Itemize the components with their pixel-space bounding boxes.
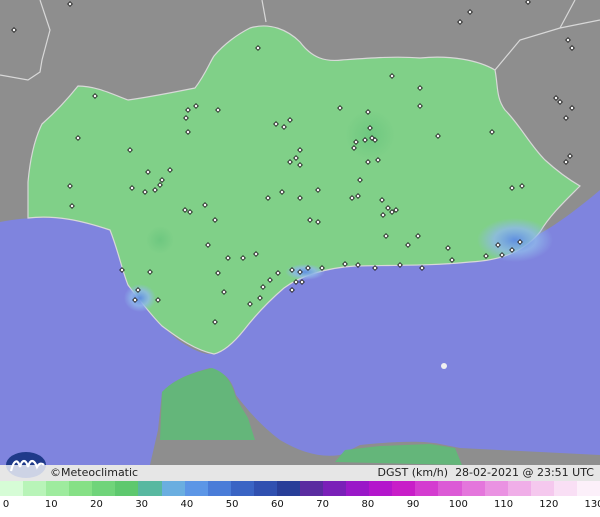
scale-swatch — [230, 481, 254, 496]
color-scale-legend: 0 10 20 30 40 50 60 70 80 90 100 110 120 130 — [0, 481, 600, 517]
info-bar: ©Meteoclimatic DGST (km/h) 28-02-2021 @ … — [0, 465, 600, 481]
scale-tick-label: 100 — [448, 499, 468, 510]
timestamp: 28-02-2021 @ 23:51 UTC — [455, 466, 594, 479]
scale-swatch — [115, 481, 139, 496]
product-timestamp-label: DGST (km/h) 28-02-2021 @ 23:51 UTC — [378, 466, 594, 479]
scale-tick-label: 120 — [539, 499, 559, 510]
scale-swatch — [369, 481, 393, 496]
scale-swatch — [253, 481, 277, 496]
scale-tick-label: 80 — [361, 499, 375, 510]
product-label: DGST (km/h) — [377, 466, 449, 479]
scale-swatch — [23, 481, 47, 496]
scale-swatch — [415, 481, 439, 496]
scale-tick-label: 70 — [316, 499, 329, 510]
scale-swatch — [461, 481, 485, 496]
scale-swatch — [0, 481, 24, 496]
scale-swatch — [553, 481, 577, 496]
gust-zone-jaen — [345, 110, 395, 160]
scale-tick-label: 10 — [44, 499, 58, 510]
scale-tick-label: 60 — [271, 499, 284, 510]
scale-tick-label: 130 — [584, 499, 600, 510]
scale-tick-label: 0 — [2, 499, 10, 510]
scale-swatch — [576, 481, 600, 496]
gust-zone-almeria — [477, 218, 553, 262]
scale-swatch — [138, 481, 162, 496]
gust-zone-cadiz — [124, 284, 156, 312]
wind-gust-map — [0, 0, 600, 517]
scale-swatch — [207, 481, 231, 496]
brand-label: ©Meteoclimatic — [50, 466, 139, 479]
color-scale-bar — [0, 481, 600, 496]
alboran-island — [441, 363, 447, 369]
scale-tick-label: 20 — [90, 499, 103, 510]
gust-zone-malaga — [285, 264, 325, 280]
scale-swatch — [92, 481, 116, 496]
scale-swatch — [323, 481, 347, 496]
scale-swatch — [184, 481, 208, 496]
scale-tick-label: 90 — [406, 499, 420, 510]
scale-tick-label: 30 — [135, 499, 149, 510]
scale-tick-label: 50 — [225, 499, 239, 510]
scale-swatch — [46, 481, 70, 496]
gust-zone-huelva — [146, 226, 174, 254]
scale-tick-label: 110 — [493, 499, 514, 510]
scale-swatch — [484, 481, 508, 496]
scale-swatch — [438, 481, 462, 496]
scale-swatch — [69, 481, 93, 496]
scale-swatch — [392, 481, 416, 496]
scale-swatch — [346, 481, 370, 496]
scale-swatch — [507, 481, 531, 496]
scale-swatch — [161, 481, 185, 496]
scale-swatch — [530, 481, 554, 496]
scale-swatch — [300, 481, 324, 496]
scale-swatch — [276, 481, 301, 496]
scale-tick-label: 40 — [180, 499, 194, 510]
